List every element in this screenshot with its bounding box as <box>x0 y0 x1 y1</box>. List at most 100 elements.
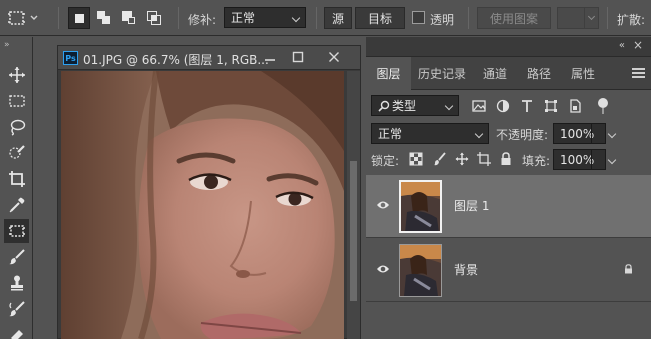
document-window: Ps 01.JPG @ 66.7% (图层 1, RGB... <box>57 45 361 339</box>
lock-position-icon[interactable] <box>455 152 469 166</box>
history-brush-icon <box>8 301 25 317</box>
intersect-selection-button[interactable] <box>143 7 165 29</box>
close-button[interactable] <box>326 49 342 65</box>
transparent-label: 透明 <box>430 13 455 27</box>
crop-tool[interactable] <box>4 167 29 191</box>
layer-name[interactable]: 背景 <box>454 261 478 278</box>
document-title: 01.JPG @ 66.7% (图层 1, RGB... <box>83 53 269 67</box>
opacity-value: 100% <box>560 126 595 141</box>
eyedropper-tool[interactable] <box>4 193 29 217</box>
layer-thumbnail <box>399 244 442 297</box>
minimize-button[interactable] <box>262 49 278 65</box>
chevron-down-icon <box>607 129 617 139</box>
layer-filter-value: 类型 <box>392 99 417 113</box>
target-button[interactable]: 目标 <box>355 7 405 29</box>
layer-thumbnail-image <box>401 182 440 231</box>
layer-thumbnail-image <box>400 245 441 296</box>
filter-toggle-icon[interactable] <box>598 98 608 108</box>
collapse-panel-icon[interactable]: « <box>619 40 625 51</box>
tab-properties[interactable]: 属性 <box>561 57 605 90</box>
filter-toggle-stem <box>602 108 604 114</box>
tab-paths[interactable]: 路径 <box>517 57 561 90</box>
blend-mode-value: 正常 <box>378 127 403 141</box>
patch-icon <box>8 225 25 237</box>
eyedropper-icon <box>9 197 24 213</box>
chevron-down-icon <box>291 13 301 23</box>
marquee-tool[interactable] <box>4 89 29 113</box>
layers-panel: 图层 历史记录 通道 路径 属性 类型 正常 不透明度: 100% 锁定: 填充… <box>366 57 651 339</box>
lasso-tool[interactable] <box>4 115 29 139</box>
lock-artboard-icon[interactable] <box>477 152 491 166</box>
patch-mode-value: 正常 <box>231 11 256 25</box>
fill-value: 100% <box>560 152 595 167</box>
layer-name[interactable]: 图层 1 <box>454 197 489 214</box>
separator <box>316 7 317 29</box>
layer-row-background[interactable]: 背景 <box>366 239 651 302</box>
fill-label: 填充: <box>522 154 551 168</box>
opacity-dropdown-button[interactable] <box>591 123 606 144</box>
eye-icon[interactable] <box>376 199 390 211</box>
transparent-checkbox[interactable] <box>412 11 425 24</box>
layer-thumbnail <box>399 180 442 233</box>
lock-image-pixels-icon[interactable] <box>433 152 447 166</box>
separator <box>58 7 59 29</box>
separator <box>607 7 608 29</box>
history-brush-tool[interactable] <box>4 297 29 321</box>
brush-icon <box>8 249 25 265</box>
pixel-layer-filter-icon[interactable] <box>472 99 486 113</box>
crop-icon <box>8 171 25 187</box>
fill-dropdown-button[interactable] <box>591 149 606 170</box>
patch-tool[interactable] <box>4 219 29 243</box>
collapse-icon[interactable]: » <box>4 40 10 50</box>
layer-filter-select[interactable]: 类型 <box>371 95 459 116</box>
close-panel-icon[interactable]: × <box>633 38 643 52</box>
portrait-photo <box>61 71 344 339</box>
lock-transparent-pixels-icon[interactable] <box>409 152 423 166</box>
use-pattern-button[interactable]: 使用图案 <box>477 7 551 29</box>
chevron-down-icon <box>474 129 484 139</box>
patch-mode-select[interactable]: 正常 <box>224 7 306 28</box>
lock-all-icon[interactable] <box>499 152 513 166</box>
tool-preset-picker[interactable] <box>6 0 40 36</box>
brush-tool[interactable] <box>4 245 29 269</box>
patch-mode-label: 修补: <box>188 13 217 27</box>
new-selection-button[interactable] <box>68 7 90 29</box>
options-bar: 修补: 正常 源 目标 透明 使用图案 扩散: <box>0 0 651 36</box>
search-icon <box>378 100 390 112</box>
rectangular-marquee-icon <box>8 95 25 107</box>
tab-channels[interactable]: 通道 <box>473 57 517 90</box>
move-tool[interactable] <box>4 63 29 87</box>
maximize-button[interactable] <box>290 49 306 65</box>
type-layer-filter-icon[interactable] <box>520 99 534 113</box>
panel-tabs: 图层 历史记录 通道 路径 属性 <box>366 57 651 90</box>
eraser-tool[interactable] <box>4 322 29 339</box>
subtract-from-selection-button[interactable] <box>118 7 140 29</box>
source-button[interactable]: 源 <box>324 7 352 29</box>
pattern-picker[interactable] <box>557 7 599 29</box>
document-tab[interactable]: Ps 01.JPG @ 66.7% (图层 1, RGB... <box>58 46 360 70</box>
adjustment-layer-filter-icon[interactable] <box>496 99 510 113</box>
document-canvas[interactable] <box>61 71 344 339</box>
photoshop-icon: Ps <box>63 51 78 65</box>
layer-row-layer-1[interactable]: 图层 1 <box>366 175 651 238</box>
diffusion-label: 扩散: <box>617 13 646 27</box>
patch-tool-preset-icon <box>8 11 38 25</box>
chevron-down-icon <box>607 155 617 165</box>
scrollbar-thumb[interactable] <box>350 161 357 301</box>
vertical-scrollbar[interactable] <box>347 71 360 339</box>
tab-layers[interactable]: 图层 <box>366 57 411 90</box>
layers-empty-area <box>366 303 651 339</box>
eye-icon[interactable] <box>376 263 390 275</box>
close-icon <box>329 52 339 62</box>
panel-menu-icon[interactable] <box>632 68 645 79</box>
quick-selection-tool[interactable] <box>4 141 29 165</box>
panel-header-strip: « × <box>366 37 651 57</box>
separator <box>178 7 179 29</box>
blend-mode-select[interactable]: 正常 <box>371 123 489 144</box>
clone-stamp-tool[interactable] <box>4 271 29 295</box>
shape-layer-filter-icon[interactable] <box>544 99 558 113</box>
maximize-icon <box>292 51 304 63</box>
smart-object-filter-icon[interactable] <box>568 99 582 113</box>
tab-history[interactable]: 历史记录 <box>411 57 473 90</box>
add-to-selection-button[interactable] <box>93 7 115 29</box>
